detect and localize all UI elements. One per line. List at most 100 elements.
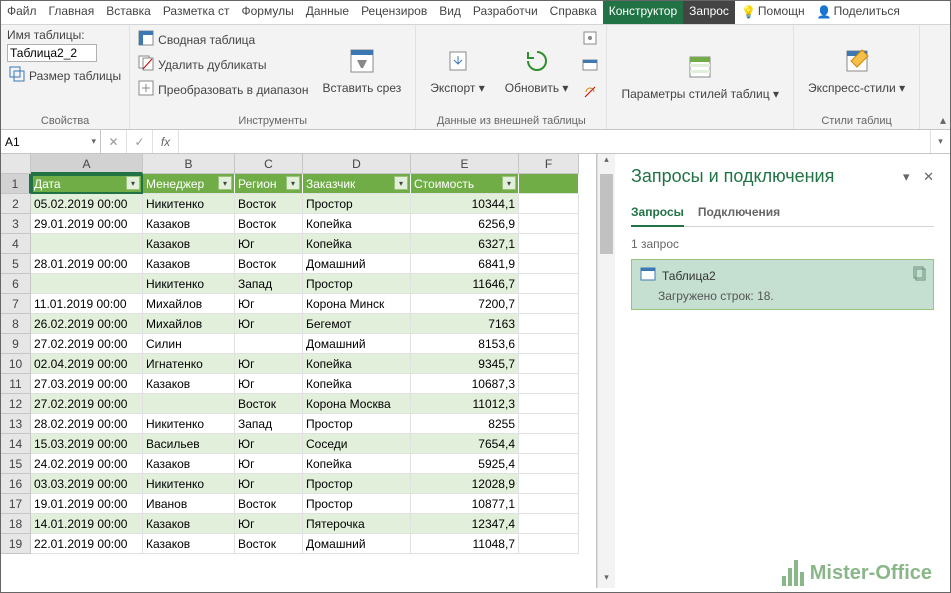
- filter-arrow-icon[interactable]: ▾: [502, 176, 516, 190]
- table-header-cell[interactable]: Регион▾: [235, 174, 303, 194]
- row-header[interactable]: 1: [1, 174, 31, 194]
- table-header-cell[interactable]: Заказчик▾: [303, 174, 411, 194]
- cell[interactable]: Запад: [235, 274, 303, 294]
- remove-duplicates-button[interactable]: Удалить дубликаты: [136, 53, 310, 76]
- cell[interactable]: 28.02.2019 00:00: [31, 414, 143, 434]
- cell[interactable]: 9345,7: [411, 354, 519, 374]
- cell[interactable]: Соседи: [303, 434, 411, 454]
- cell[interactable]: 26.02.2019 00:00: [31, 314, 143, 334]
- cell[interactable]: Юг: [235, 234, 303, 254]
- cell[interactable]: 11012,3: [411, 394, 519, 414]
- cell[interactable]: [519, 354, 579, 374]
- cell[interactable]: Восток: [235, 534, 303, 554]
- cell[interactable]: Бегемот: [303, 314, 411, 334]
- cell[interactable]: 11048,7: [411, 534, 519, 554]
- cell[interactable]: Копейка: [303, 454, 411, 474]
- tab-developer[interactable]: Разработчи: [467, 1, 544, 24]
- cell[interactable]: [519, 234, 579, 254]
- tab-file[interactable]: Файл: [1, 1, 43, 24]
- cell[interactable]: Корона Минск: [303, 294, 411, 314]
- cell[interactable]: [519, 274, 579, 294]
- insert-slicer-button[interactable]: Вставить срез: [314, 28, 409, 113]
- tab-tellme[interactable]: 💡Помощн: [735, 1, 811, 24]
- convert-to-range-button[interactable]: Преобразовать в диапазон: [136, 78, 310, 101]
- cell[interactable]: Копейка: [303, 214, 411, 234]
- row-header[interactable]: 8: [1, 314, 31, 334]
- tab-layout[interactable]: Разметка ст: [157, 1, 236, 24]
- ribbon-collapse[interactable]: ▴: [920, 25, 950, 129]
- cell[interactable]: [31, 234, 143, 254]
- tab-help[interactable]: Справка: [544, 1, 603, 24]
- cell[interactable]: Восток: [235, 254, 303, 274]
- cell[interactable]: Васильев: [143, 434, 235, 454]
- cell[interactable]: Казаков: [143, 454, 235, 474]
- cell[interactable]: [519, 494, 579, 514]
- cell[interactable]: Казаков: [143, 514, 235, 534]
- cell[interactable]: 6841,9: [411, 254, 519, 274]
- cell[interactable]: Юг: [235, 354, 303, 374]
- query-item[interactable]: Таблица2 Загружено строк: 18.: [631, 259, 934, 310]
- cell[interactable]: 12347,4: [411, 514, 519, 534]
- cell[interactable]: 11646,7: [411, 274, 519, 294]
- cell[interactable]: Простор: [303, 414, 411, 434]
- cells-area[interactable]: Дата▾Менеджер▾Регион▾Заказчик▾Стоимость▾…: [31, 174, 596, 588]
- cell[interactable]: Юг: [235, 474, 303, 494]
- cell[interactable]: [519, 314, 579, 334]
- cell[interactable]: [519, 214, 579, 234]
- row-header[interactable]: 9: [1, 334, 31, 354]
- cell[interactable]: 27.02.2019 00:00: [31, 394, 143, 414]
- vertical-scrollbar[interactable]: ▴ ▾: [597, 154, 615, 588]
- table-name-input[interactable]: [7, 44, 97, 62]
- cell[interactable]: [519, 294, 579, 314]
- cell[interactable]: Юг: [235, 294, 303, 314]
- filter-arrow-icon[interactable]: ▾: [286, 176, 300, 190]
- cell[interactable]: Юг: [235, 434, 303, 454]
- cell[interactable]: [143, 394, 235, 414]
- cell[interactable]: [519, 414, 579, 434]
- tab-query[interactable]: Запрос: [683, 1, 735, 24]
- cell[interactable]: 6256,9: [411, 214, 519, 234]
- tab-view[interactable]: Вид: [433, 1, 467, 24]
- cell[interactable]: 7654,4: [411, 434, 519, 454]
- cell[interactable]: 8153,6: [411, 334, 519, 354]
- queries-tab[interactable]: Запросы: [631, 201, 684, 227]
- cell[interactable]: [519, 454, 579, 474]
- cell[interactable]: Восток: [235, 214, 303, 234]
- row-header[interactable]: 10: [1, 354, 31, 374]
- cell[interactable]: [519, 194, 579, 214]
- cell[interactable]: 12028,9: [411, 474, 519, 494]
- cell[interactable]: [519, 514, 579, 534]
- tab-insert[interactable]: Вставка: [100, 1, 157, 24]
- table-style-options-button[interactable]: Параметры стилей таблиц ▾: [613, 28, 787, 125]
- row-header[interactable]: 2: [1, 194, 31, 214]
- cell[interactable]: Никитенко: [143, 194, 235, 214]
- row-header[interactable]: 7: [1, 294, 31, 314]
- cell[interactable]: 02.04.2019 00:00: [31, 354, 143, 374]
- col-header-F[interactable]: F: [519, 154, 579, 174]
- export-button[interactable]: Экспорт ▾: [422, 28, 492, 113]
- table-header-cell[interactable]: Менеджер▾: [143, 174, 235, 194]
- row-header[interactable]: 17: [1, 494, 31, 514]
- connections-tab[interactable]: Подключения: [698, 201, 780, 226]
- cell[interactable]: [519, 434, 579, 454]
- cell[interactable]: 7200,7: [411, 294, 519, 314]
- cell[interactable]: Простор: [303, 194, 411, 214]
- row-header[interactable]: 5: [1, 254, 31, 274]
- properties-button[interactable]: [580, 28, 600, 51]
- cell[interactable]: Юг: [235, 454, 303, 474]
- cell[interactable]: Домашний: [303, 254, 411, 274]
- cell[interactable]: 22.01.2019 00:00: [31, 534, 143, 554]
- formula-input[interactable]: [179, 130, 930, 153]
- cell[interactable]: Простор: [303, 274, 411, 294]
- cell[interactable]: 24.02.2019 00:00: [31, 454, 143, 474]
- query-peek-icon[interactable]: [911, 266, 927, 285]
- cell[interactable]: 14.01.2019 00:00: [31, 514, 143, 534]
- unlink-button[interactable]: [580, 82, 600, 105]
- cell[interactable]: 10877,1: [411, 494, 519, 514]
- row-header[interactable]: 18: [1, 514, 31, 534]
- cell[interactable]: Восток: [235, 494, 303, 514]
- row-header[interactable]: 16: [1, 474, 31, 494]
- open-in-browser-button[interactable]: [580, 55, 600, 78]
- cell[interactable]: 10687,3: [411, 374, 519, 394]
- cell[interactable]: [519, 254, 579, 274]
